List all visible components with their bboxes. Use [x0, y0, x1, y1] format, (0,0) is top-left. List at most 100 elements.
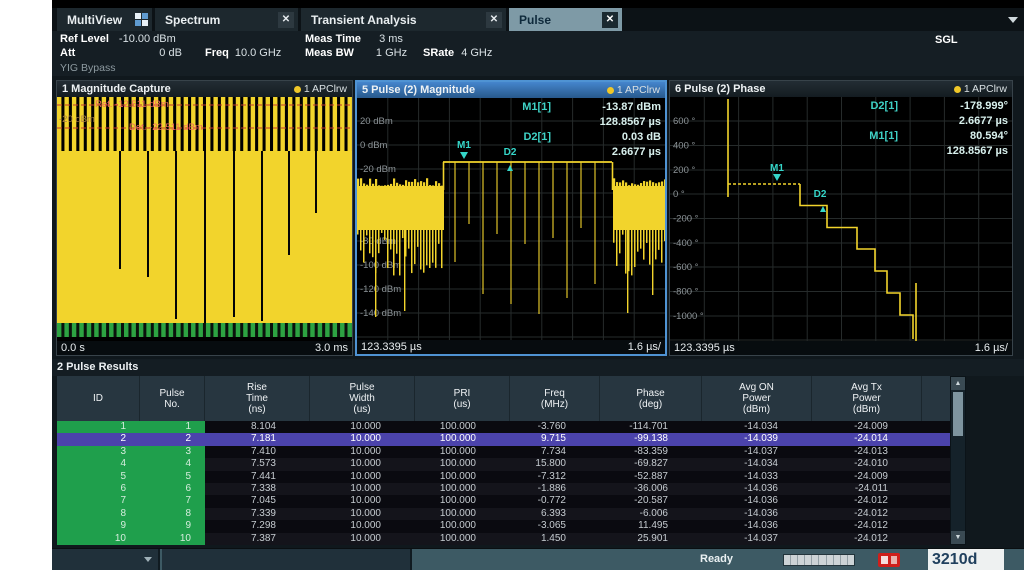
progress-segment — [798, 555, 805, 565]
trace-label: 1 APClrw — [964, 83, 1007, 95]
multiview-grid-icon — [135, 13, 148, 26]
trace-label: 1 APClrw — [304, 83, 347, 95]
cell: 2 — [57, 433, 140, 445]
cell: 25.901 — [600, 533, 702, 545]
trace — [357, 162, 665, 317]
table-row[interactable]: 447.57310.000100.00015.800-69.827-14.034… — [57, 458, 950, 470]
table-row[interactable]: 557.44110.000100.000-7.312-52.887-14.033… — [57, 471, 950, 483]
status-message-box[interactable] — [162, 549, 412, 570]
close-icon[interactable]: ✕ — [486, 12, 502, 28]
progress-segment — [841, 555, 848, 565]
setting-ref-level[interactable]: Ref Level-10.00 dBm — [60, 33, 176, 45]
cell: -1.886 — [510, 483, 600, 495]
cell: -14.036 — [702, 520, 812, 532]
scroll-up-icon[interactable]: ▲ — [951, 377, 965, 390]
table-row[interactable]: 997.29810.000100.000-3.06511.495-14.036-… — [57, 520, 950, 532]
cell: -83.359 — [600, 446, 702, 458]
setting-label: Ref Level — [60, 33, 109, 45]
table-row[interactable]: 227.18110.000100.0009.715-99.138-14.039-… — [57, 433, 950, 445]
setting-srate[interactable]: SRate4 GHz — [423, 47, 492, 59]
svg-text:D2: D2 — [814, 189, 827, 200]
progress-segment — [819, 555, 826, 565]
panel-header: 5 Pulse (2) Magnitude 1 APClrw — [357, 82, 665, 98]
top-strip — [52, 0, 1024, 8]
table-row[interactable]: 337.41010.000100.0007.734-83.359-14.037-… — [57, 446, 950, 458]
table-scrollbar[interactable]: ▲ ▼ — [950, 376, 966, 545]
cell: 15.800 — [510, 458, 600, 470]
cell: -20.587 — [600, 495, 702, 507]
cell: -14.039 — [702, 433, 812, 445]
error-indicator-icon[interactable] — [878, 553, 900, 567]
progress-segment — [805, 555, 812, 565]
cell: -24.010 — [812, 458, 922, 470]
scroll-down-icon[interactable]: ▼ — [951, 531, 965, 544]
svg-text:-140 dBm: -140 dBm — [360, 308, 401, 319]
magnitude-plot[interactable]: 20 dBm0 dBm-20 dBm-40 dBm-60 dBm-80 dBm-… — [357, 98, 665, 340]
table-row[interactable]: 10107.38710.000100.0001.45025.901-14.037… — [57, 533, 950, 545]
table-row[interactable]: 887.33910.000100.0006.393-6.006-14.036-2… — [57, 508, 950, 520]
cell: 6 — [57, 483, 140, 495]
progress-segment — [784, 555, 791, 565]
table-row[interactable]: 118.10410.000100.000-3.760-114.701-14.03… — [57, 421, 950, 433]
cell: 1 — [140, 421, 205, 433]
cell: 9 — [140, 520, 205, 532]
cell: 100.000 — [415, 433, 510, 445]
progress-segment — [834, 555, 841, 565]
settings-bar: YIG Bypass SGL Ref Level-10.00 dBmMeas T… — [52, 31, 1024, 76]
cell: 7.410 — [205, 446, 310, 458]
marker-readout: 128.8567 µs — [489, 115, 661, 130]
setting-value: 10.0 GHz — [235, 47, 281, 59]
cell: -52.887 — [600, 471, 702, 483]
marker-x-value: 128.8567 µs — [912, 144, 1008, 159]
tab-transient-analysis[interactable]: Transient Analysis✕ — [301, 8, 506, 31]
cell: 7.298 — [205, 520, 310, 532]
cell: -7.312 — [510, 471, 600, 483]
status-dropdown[interactable] — [52, 549, 160, 570]
svg-text:0 °: 0 ° — [673, 189, 685, 200]
cell: 10.000 — [310, 458, 415, 470]
cell: 100.000 — [415, 533, 510, 545]
marker-value: 80.594° — [912, 129, 1008, 144]
cell: -14.034 — [702, 458, 812, 470]
cell: 3 — [57, 446, 140, 458]
status-bar: Ready 3210d — [52, 548, 1024, 570]
cell: -14.036 — [702, 495, 812, 507]
cell: -14.037 — [702, 446, 812, 458]
x-scale: 1.6 µs/ — [628, 341, 661, 353]
capture-bars — [57, 97, 352, 325]
capture-plot[interactable]: Ref. -12.511 dBm -20 dBm Det. -22.511 dB… — [57, 97, 352, 341]
tab-pulse[interactable]: Pulse✕ — [509, 8, 622, 31]
scrollbar-thumb[interactable] — [953, 392, 963, 436]
close-icon[interactable]: ✕ — [278, 12, 294, 28]
marker-name: D2[1] — [489, 130, 551, 145]
cell: 4 — [140, 458, 205, 470]
column-header: PRI(us) — [415, 376, 510, 421]
capture-green-baseline — [57, 323, 352, 337]
cell: 100.000 — [415, 458, 510, 470]
results-window-title: 2 Pulse Results — [52, 359, 1024, 376]
column-header: PulseNo. — [140, 376, 205, 421]
progress-segment — [848, 555, 854, 565]
column-header-filler — [922, 376, 950, 421]
cell: 7.181 — [205, 433, 310, 445]
marker-readout: D2[1]0.03 dB — [489, 130, 661, 145]
marker-readout: 2.6677 µs — [489, 145, 661, 160]
tab-spectrum[interactable]: Spectrum ✕ — [155, 8, 298, 31]
cell-filler — [922, 533, 950, 545]
setting-meas-time[interactable]: Meas Time3 ms — [305, 33, 403, 45]
setting-att[interactable]: Att0 dB — [60, 47, 182, 59]
cell: 10.000 — [310, 471, 415, 483]
cell: -14.036 — [702, 483, 812, 495]
cell: -36.006 — [600, 483, 702, 495]
table-row[interactable]: 667.33810.000100.000-1.886-36.006-14.036… — [57, 483, 950, 495]
close-icon[interactable]: ✕ — [602, 12, 618, 28]
tab-label: Spectrum — [165, 13, 220, 27]
phase-plot[interactable]: 600 °400 °200 °0 °-200 °-400 °-600 °-800… — [670, 97, 1012, 341]
tab-multiview[interactable]: MultiView — [57, 8, 152, 31]
setting-meas-bw[interactable]: Meas BW1 GHz — [305, 47, 407, 59]
cell: -24.012 — [812, 495, 922, 507]
trace-badge: 1 APClrw — [954, 83, 1007, 95]
tab-overflow-button[interactable] — [1008, 17, 1018, 23]
setting-freq[interactable]: Freq10.0 GHz — [205, 47, 281, 59]
table-row[interactable]: 777.04510.000100.000-0.772-20.587-14.036… — [57, 495, 950, 507]
